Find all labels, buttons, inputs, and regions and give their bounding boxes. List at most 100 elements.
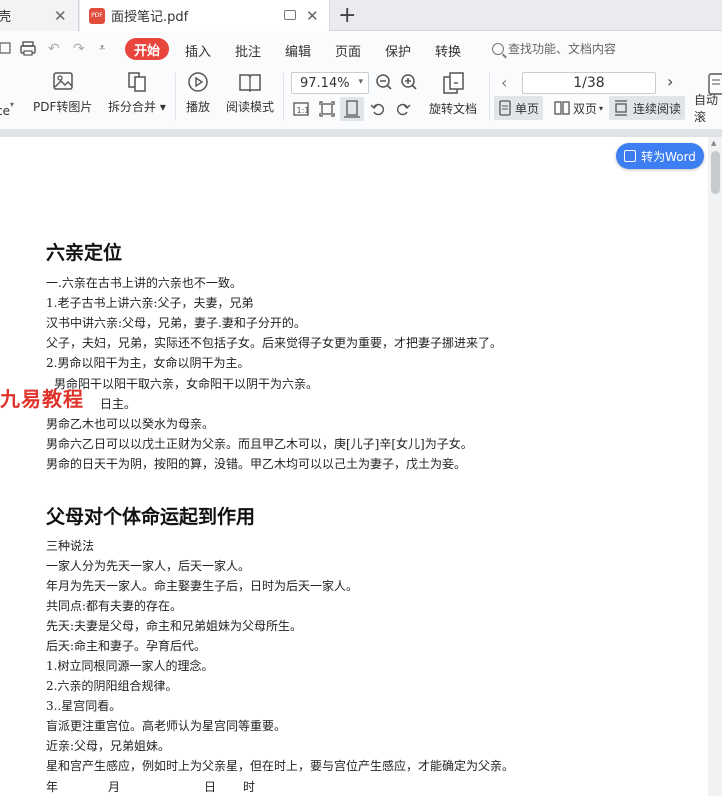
- new-tab-icon[interactable]: +: [338, 3, 356, 28]
- tab-active-title: 面授笔记.pdf: [111, 10, 189, 25]
- svg-text:1:1: 1:1: [297, 106, 310, 115]
- menu-edit[interactable]: 编辑: [285, 41, 311, 60]
- tab-bar: 壳 ✕ PDF 面授笔记.pdf ✕ +: [0, 0, 722, 31]
- text-line: 2.男命以阳干为主，女命以阴干为主。: [46, 356, 250, 370]
- rotate-right-icon[interactable]: [395, 101, 411, 120]
- double-page-icon: [554, 101, 570, 115]
- word-icon: [624, 150, 637, 162]
- rotate-left-icon[interactable]: [370, 101, 386, 120]
- text-line: 日主。: [100, 397, 137, 411]
- table-header-cell: 日: [204, 780, 217, 794]
- section-title-2: 父母对个体命运起到作用: [46, 506, 256, 528]
- scroll-up-icon[interactable]: ▲: [711, 139, 716, 147]
- play-label: 播放: [186, 100, 211, 114]
- convert-to-word-button[interactable]: 转为Word: [616, 143, 704, 169]
- pdf-to-image-button[interactable]: PDF转图片: [33, 71, 92, 115]
- actual-size-icon[interactable]: 1:1: [293, 101, 309, 120]
- toolbar-separator: [175, 73, 176, 121]
- text-line: 先天:夫妻是父母，命主和兄弟姐妹为父母所生。: [46, 619, 303, 633]
- continuous-reading-icon: [615, 100, 627, 116]
- book-icon: [239, 74, 261, 93]
- reading-mode-button[interactable]: 阅读模式: [226, 71, 274, 115]
- menu-convert[interactable]: 转换: [435, 41, 461, 60]
- text-line: 父子，夫妇，兄弟，实际还不包括子女。后来觉得子女更为重要，才把妻子挪进来了。: [46, 336, 503, 350]
- vertical-scrollbar[interactable]: [708, 137, 722, 796]
- section-title-1: 六亲定位: [46, 242, 123, 264]
- quick-access-dropdown-icon[interactable]: ⩡: [99, 41, 105, 55]
- page-number-input[interactable]: 1/38: [522, 72, 656, 94]
- text-line: 共同点:都有夫妻的存在。: [46, 599, 183, 613]
- chevron-down-icon: ▾: [10, 100, 15, 109]
- text-line: 男命的日天干为阴，按阳的算，没错。甲乙木均可以以己土为妻子，戊土为妾。: [46, 457, 467, 471]
- window-pin-icon[interactable]: [284, 10, 296, 20]
- image-icon: [52, 72, 73, 90]
- save-icon[interactable]: [0, 41, 12, 59]
- text-line: 近亲:父母，兄弟姐妹。: [46, 739, 171, 753]
- page-number-value: 1/38: [573, 75, 605, 91]
- text-line: 一家人分为先天一家人，后天一家人。: [46, 559, 251, 573]
- undo-icon[interactable]: ↶: [48, 41, 60, 57]
- scrollbar-thumb[interactable]: [711, 151, 720, 194]
- text-line: 男命阳干以阳干取六亲，女命阳干以阴干为六亲。: [54, 377, 319, 391]
- single-page-icon: [499, 100, 511, 116]
- table-header-cell: 月: [108, 780, 121, 794]
- text-line: 盲派更注重宫位。高老师认为星宫同等重要。: [46, 719, 287, 733]
- fit-width-icon[interactable]: [340, 97, 364, 121]
- close-icon[interactable]: ✕: [54, 7, 67, 25]
- menu-protect[interactable]: 保护: [385, 41, 411, 60]
- previous-page-icon[interactable]: ‹: [501, 73, 507, 92]
- single-page-button[interactable]: 单页: [494, 96, 544, 120]
- zoom-out-icon[interactable]: [375, 73, 393, 95]
- redo-icon[interactable]: ↷: [73, 41, 85, 57]
- text-line: 年月为先天一家人。命主娶妻生子后，日时为后天一家人。: [46, 579, 359, 593]
- office-fragment-button[interactable]: ce: [0, 104, 10, 118]
- office-fragment-label: ce: [0, 104, 10, 118]
- single-page-label: 单页: [515, 101, 540, 116]
- menu-annotate[interactable]: 批注: [235, 41, 261, 60]
- auto-scroll-button[interactable]: 自动滚: [690, 93, 722, 124]
- text-line: 汉书中讲六亲:父母，兄弟，妻子.妻和子分开的。: [46, 316, 306, 330]
- continuous-reading-label: 连续阅读: [633, 101, 682, 116]
- table-header-cell: 年: [46, 780, 59, 794]
- text-line: 后天:命主和妻子。孕育后代。: [46, 639, 207, 653]
- text-line: 男命六乙日可以以戊土正财为父亲。而且甲乙木可以，庚[儿子]辛[女儿]为子女。: [46, 437, 473, 451]
- zoom-input[interactable]: 97.14% ▾: [291, 72, 369, 94]
- text-line: 2.六亲的阴阳组合规律。: [46, 679, 178, 693]
- rotate-document-button[interactable]: 旋转文档: [429, 71, 477, 117]
- table-header-cell: 时: [243, 780, 256, 794]
- convert-to-word-label: 转为Word: [641, 149, 696, 164]
- tab-active-document[interactable]: PDF 面授笔记.pdf ✕: [80, 0, 330, 31]
- chevron-down-icon: ▾: [599, 103, 604, 113]
- menu-page[interactable]: 页面: [335, 41, 361, 60]
- watermark: 九易教程: [0, 387, 84, 411]
- reading-mode-label: 阅读模式: [226, 100, 275, 114]
- text-line: 1.树立同根同源一家人的理念。: [46, 659, 214, 673]
- menu-start[interactable]: 开始: [125, 38, 169, 60]
- split-merge-icon: [128, 72, 146, 92]
- zoom-in-icon[interactable]: [400, 73, 418, 94]
- search-icon: [492, 42, 504, 55]
- rotate-document-label: 旋转文档: [429, 102, 478, 116]
- chevron-down-icon[interactable]: ▾: [358, 77, 363, 87]
- tab-previous-label: 壳: [0, 10, 12, 25]
- print-icon[interactable]: [20, 41, 38, 61]
- text-line: 1.老子古书上讲六亲:父子，夫妻，兄弟: [46, 296, 254, 310]
- double-page-button[interactable]: 双页 ▾: [550, 96, 607, 120]
- close-icon[interactable]: ✕: [306, 7, 319, 25]
- search-placeholder: 查找功能、文档内容: [508, 42, 617, 56]
- continuous-reading-button[interactable]: 连续阅读: [609, 96, 686, 120]
- tab-previous[interactable]: 壳 ✕: [0, 0, 79, 31]
- zoom-value: 97.14%: [300, 75, 350, 91]
- function-search[interactable]: 查找功能、文档内容: [492, 40, 616, 57]
- menu-insert[interactable]: 插入: [185, 41, 211, 60]
- text-line: 三种说法: [46, 539, 95, 553]
- more-tools-icon[interactable]: [708, 73, 722, 98]
- next-page-icon[interactable]: ›: [667, 72, 673, 91]
- split-merge-label: 拆分合并 ▾: [108, 100, 166, 114]
- split-merge-button[interactable]: 拆分合并 ▾: [108, 71, 166, 115]
- play-button[interactable]: 播放: [186, 71, 210, 115]
- toolbar-separator: [489, 73, 490, 121]
- text-line: 一.六亲在古书上讲的六亲也不一致。: [46, 276, 242, 290]
- toolbar-shadow: [0, 130, 722, 137]
- fit-page-icon[interactable]: [319, 101, 335, 120]
